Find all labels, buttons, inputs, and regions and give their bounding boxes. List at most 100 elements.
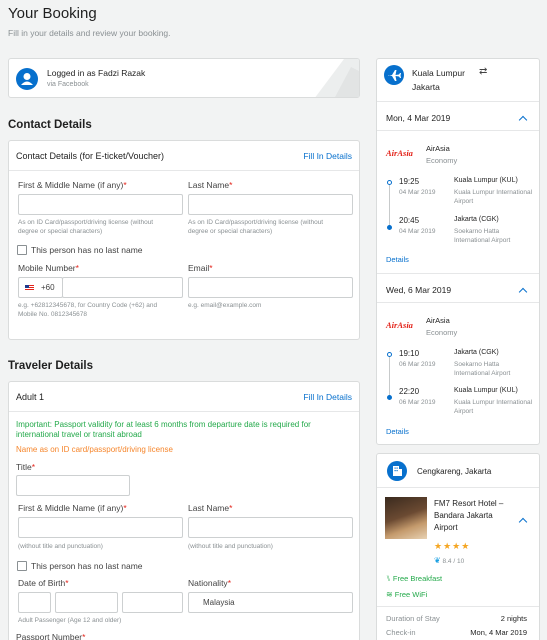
airline-name: AirAsia xyxy=(426,144,450,153)
building-icon xyxy=(393,466,402,476)
country-code-select[interactable]: +60 xyxy=(18,277,63,298)
leg-date: Wed, 6 Mar 2019 xyxy=(386,285,452,295)
malaysia-flag-icon xyxy=(25,285,34,291)
arrival-dot xyxy=(387,395,392,400)
chevron-up-icon[interactable] xyxy=(518,517,528,527)
review-score: ❦ 8.4 / 10 xyxy=(434,556,465,565)
departure-time: 19:10 xyxy=(399,349,420,358)
arrival-date: 04 Mar 2019 xyxy=(399,228,436,235)
traveler-last-name-label: Last Name* xyxy=(188,503,233,513)
cabin-class: Economy xyxy=(426,328,458,337)
flight-summary-card: Kuala Lumpur ⇄ Jakarta Mon, 4 Mar 2019 A… xyxy=(376,58,540,445)
contact-last-name-label: Last Name* xyxy=(188,180,233,190)
cabin-class: Economy xyxy=(426,156,458,165)
email-input[interactable] xyxy=(188,277,353,298)
checkin-label: Check-in xyxy=(386,628,416,637)
airline-logo: AirAsia xyxy=(386,148,413,158)
hotel-badge xyxy=(387,461,407,481)
mobile-number-input[interactable] xyxy=(62,277,183,298)
passport-number-label: Passport Number* xyxy=(16,632,86,640)
flight-details-link[interactable]: Details xyxy=(386,427,409,436)
traveler-first-name-input[interactable] xyxy=(18,517,183,538)
chevron-up-icon[interactable] xyxy=(518,115,528,125)
arrival-date: 06 Mar 2019 xyxy=(399,399,436,406)
avatar xyxy=(16,68,38,90)
arrival-dot xyxy=(387,225,392,230)
traveloka-bird-icon: ❦ xyxy=(434,556,441,565)
duration-value: 2 nights xyxy=(500,614,527,623)
card-divider xyxy=(377,101,539,102)
dob-month-select[interactable] xyxy=(55,592,118,613)
plane-badge xyxy=(384,65,404,85)
departure-airport: Kuala Lumpur International Airport xyxy=(454,189,533,205)
traveler-first-name-label: First & Middle Name (if any)* xyxy=(18,503,127,513)
card-divider xyxy=(377,487,539,488)
dob-hint: Adult Passenger (Age 12 and older) xyxy=(18,617,122,624)
traveler-card: Adult 1 Fill In Details Important: Passp… xyxy=(8,381,360,640)
dob-year-select[interactable] xyxy=(122,592,183,613)
arrival-place: Kuala Lumpur (KUL) xyxy=(454,387,518,394)
mobile-hint: e.g. +62812345678, for Country Code (+62… xyxy=(18,302,158,318)
timeline-line xyxy=(389,183,390,230)
page-subtitle: Fill in your details and review your boo… xyxy=(8,28,171,38)
country-code-value: +60 xyxy=(41,283,55,292)
departure-date: 06 Mar 2019 xyxy=(399,361,436,368)
airline-logo: AirAsia xyxy=(386,320,413,330)
contact-first-name-input[interactable] xyxy=(18,194,183,215)
flight-details-link[interactable]: Details xyxy=(386,255,409,264)
departure-dot xyxy=(387,352,392,357)
departure-dot xyxy=(387,180,392,185)
traveler-fill-in-link[interactable]: Fill In Details xyxy=(303,392,352,402)
traveler-section-title: Traveler Details xyxy=(8,360,94,372)
contact-last-name-input[interactable] xyxy=(188,194,353,215)
timeline-line xyxy=(389,355,390,400)
contact-fill-in-link[interactable]: Fill In Details xyxy=(303,151,352,161)
departure-date: 04 Mar 2019 xyxy=(399,189,436,196)
name-as-id-note: Name as on ID card/passport/driving lice… xyxy=(16,445,173,454)
contact-card-title: Contact Details (for E-ticket/Voucher) xyxy=(16,151,165,161)
airplane-icon xyxy=(388,70,401,81)
flight-origin: Kuala Lumpur xyxy=(412,68,465,78)
leg-divider xyxy=(377,302,539,303)
departure-place: Jakarta (CGK) xyxy=(454,349,499,356)
departure-airport: Soekarno Hatta International Airport xyxy=(454,361,511,377)
departure-time: 19:25 xyxy=(399,177,420,186)
utensils-icon: ⑊ xyxy=(386,574,391,583)
arrival-time: 20:45 xyxy=(399,216,420,225)
arrival-airport: Kuala Lumpur International Airport xyxy=(454,399,533,415)
round-trip-icon: ⇄ xyxy=(479,66,488,77)
traveler-no-last-name-checkbox[interactable] xyxy=(17,561,27,571)
traveler-last-name-input[interactable] xyxy=(188,517,353,538)
title-select[interactable] xyxy=(16,475,130,496)
nationality-select[interactable]: Malaysia xyxy=(188,592,353,613)
flight-destination: Jakarta xyxy=(412,82,440,92)
leg-divider xyxy=(377,130,539,131)
chevron-up-icon[interactable] xyxy=(518,287,528,297)
dob-label: Date of Birth* xyxy=(18,578,69,588)
duration-label: Duration of Stay xyxy=(386,614,440,623)
hotel-star-rating: ★★★★ xyxy=(434,541,471,551)
card-divider xyxy=(377,606,539,607)
amenity-wifi: ≋ Free WiFi xyxy=(386,590,428,599)
email-hint: e.g. email@example.com xyxy=(188,302,262,309)
hotel-summary-card: Cengkareng, Jakarta FM7 Resort Hotel – B… xyxy=(376,453,540,640)
contact-no-last-name-label: This person has no last name xyxy=(31,245,143,255)
page-title: Your Booking xyxy=(8,5,97,22)
traveler-last-name-hint: (without title and punctuation) xyxy=(188,543,273,550)
hotel-name: FM7 Resort Hotel – Bandara Jakarta Airpo… xyxy=(434,499,504,532)
contact-no-last-name-checkbox[interactable] xyxy=(17,245,27,255)
mobile-label: Mobile Number* xyxy=(18,263,79,273)
traveler-first-name-hint: (without title and punctuation) xyxy=(18,543,103,550)
amenity-breakfast: ⑊ Free Breakfast xyxy=(386,574,443,583)
dob-day-select[interactable] xyxy=(18,592,51,613)
traveler-no-last-name-label: This person has no last name xyxy=(31,561,143,571)
contact-card: Contact Details (for E-ticket/Voucher) F… xyxy=(8,140,360,340)
contact-first-name-hint: As on ID Card/passport/driving license (… xyxy=(18,219,154,235)
arrival-place: Jakarta (CGK) xyxy=(454,216,499,223)
leg-divider xyxy=(377,273,539,274)
hotel-photo xyxy=(385,497,427,539)
wifi-icon: ≋ xyxy=(386,590,393,599)
title-label: Title* xyxy=(16,462,36,472)
user-icon xyxy=(21,73,33,85)
contact-section-title: Contact Details xyxy=(8,119,92,131)
